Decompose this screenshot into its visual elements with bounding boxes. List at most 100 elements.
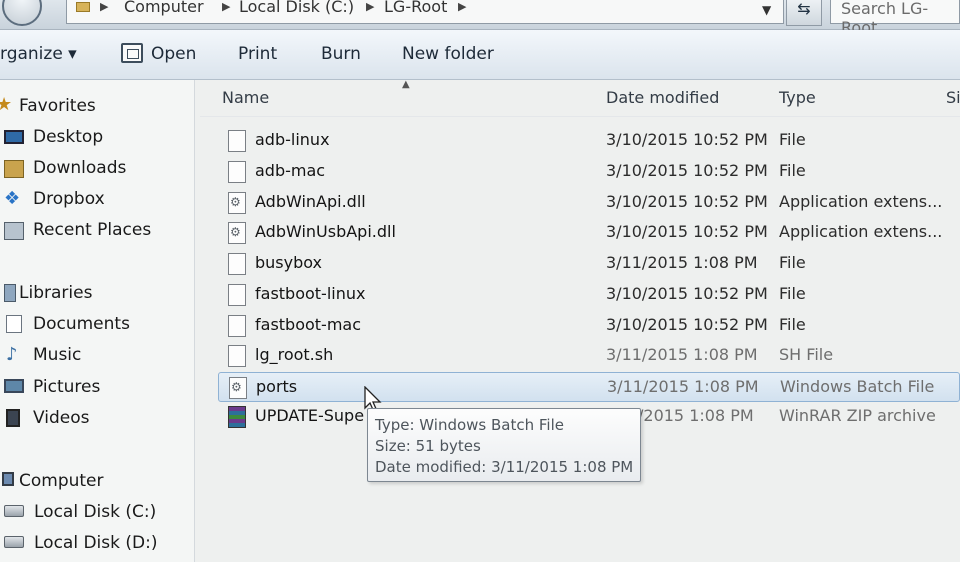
nav-local-disk-d[interactable]: Local Disk (D:) [34,533,157,553]
nav-libraries[interactable]: Libraries [19,283,92,303]
address-bar: ▶ Computer ▶ Local Disk (C:) ▶ LG-Root ▶… [0,0,960,37]
file-type: File [779,284,806,303]
file-date: 3/10/2015 10:52 PM [606,222,768,241]
open-icon[interactable] [121,43,143,63]
open-button[interactable]: Open [151,44,196,64]
file-row[interactable]: AdbWinApi.dll 3/10/2015 10:52 PM Applica… [218,188,960,218]
tooltip-type: Type: Windows Batch File [375,416,564,434]
file-name: adb-mac [255,161,326,180]
file-row[interactable]: busybox 3/11/2015 1:08 PM File [218,249,960,279]
breadcrumb-lg-root[interactable]: LG-Root [384,0,447,16]
file-type: File [779,161,806,180]
nav-favorites[interactable]: Favorites [19,96,96,116]
file-row[interactable]: adb-mac 3/10/2015 10:52 PM File [218,157,960,187]
recent-places-icon [4,222,24,240]
breadcrumb-local-disk[interactable]: Local Disk (C:) [239,0,354,16]
file-name: AdbWinApi.dll [255,192,366,211]
file-date: 3/10/2015 10:52 PM [606,192,768,211]
sort-ascending-icon: ▲ [402,79,410,90]
file-name: AdbWinUsbApi.dll [255,222,396,241]
file-icon [228,161,246,183]
file-date: /2015 1:08 PM [638,406,754,425]
file-icon [228,253,246,275]
file-date: 3/11/2015 1:08 PM [606,253,758,272]
column-header-size[interactable]: Si [946,88,960,107]
file-type: Application extens... [779,222,943,241]
burn-button[interactable]: Burn [321,44,361,64]
header-divider [200,116,960,117]
command-bar: rganize ▾ Open Print Burn New folder [0,30,960,80]
nav-desktop[interactable]: Desktop [33,127,103,147]
batch-file-icon [229,377,247,399]
file-row[interactable]: fastboot-linux 3/10/2015 10:52 PM File [218,280,960,310]
new-folder-button[interactable]: New folder [402,44,494,64]
column-header-date-modified[interactable]: Date modified [606,88,719,107]
organize-button[interactable]: rganize ▾ [0,44,77,64]
file-name: fastboot-linux [255,284,366,303]
disk-icon [4,505,24,517]
file-icon [228,130,246,152]
print-button[interactable]: Print [238,44,277,64]
search-input[interactable]: Search LG-Root [830,0,960,37]
navigation-pane: ★ Favorites Desktop Downloads ❖ Dropbox … [0,80,195,562]
desktop-icon [4,130,24,144]
pictures-icon [4,379,24,393]
file-name: fastboot-mac [255,315,362,334]
refresh-icon: ⇆ [797,0,811,18]
file-icon [228,315,246,337]
file-row-selected[interactable]: ports 3/11/2015 1:08 PM Windows Batch Fi… [218,372,960,402]
file-date: 3/10/2015 10:52 PM [606,284,768,303]
column-header-name[interactable]: Name [222,88,269,107]
nav-music[interactable]: Music [33,345,81,365]
nav-documents[interactable]: Documents [33,314,130,334]
file-date: 3/10/2015 10:52 PM [606,161,768,180]
file-date: 3/10/2015 10:52 PM [606,130,768,149]
file-row[interactable]: AdbWinUsbApi.dll 3/10/2015 10:52 PM Appl… [218,218,960,248]
dropbox-icon: ❖ [4,188,21,209]
file-name: busybox [255,253,323,272]
chevron-right-icon[interactable]: ▶ [222,0,230,13]
dll-file-icon [228,192,246,214]
refresh-button[interactable]: ⇆ [786,0,822,26]
documents-icon [6,315,22,333]
file-type: File [779,130,806,149]
chevron-down-icon[interactable]: ▼ [762,3,771,17]
file-date: 3/10/2015 10:52 PM [606,315,768,334]
file-name: lg_root.sh [255,345,334,364]
folder-icon [76,2,90,12]
breadcrumb-computer[interactable]: Computer [124,0,204,16]
file-type: SH File [779,345,834,364]
chevron-right-icon[interactable]: ▶ [458,0,466,13]
videos-icon [6,409,20,427]
nav-computer[interactable]: Computer [19,471,104,491]
chevron-right-icon[interactable]: ▶ [100,0,108,13]
tooltip-date: Date modified: 3/11/2015 1:08 PM [375,458,634,476]
downloads-icon [4,160,24,178]
file-icon [228,284,246,306]
nav-local-disk-c[interactable]: Local Disk (C:) [34,502,156,522]
nav-recent-places[interactable]: Recent Places [33,220,151,240]
nav-videos[interactable]: Videos [33,408,90,428]
file-row[interactable]: adb-linux 3/10/2015 10:52 PM File [218,126,960,156]
file-name: ports [256,377,298,396]
file-row[interactable]: fastboot-mac 3/10/2015 10:52 PM File [218,311,960,341]
winrar-archive-icon [228,406,246,428]
file-date: 3/11/2015 1:08 PM [606,345,758,364]
column-header-type[interactable]: Type [779,88,816,107]
file-icon [228,345,246,367]
file-row[interactable]: lg_root.sh 3/11/2015 1:08 PM SH File [218,341,960,371]
file-type: WinRAR ZIP archive [779,406,936,425]
nav-dropbox[interactable]: Dropbox [33,189,105,209]
back-button[interactable] [2,0,42,26]
file-name: UPDATE-Supe [255,406,365,425]
file-info-tooltip: Type: Windows Batch File Size: 51 bytes … [367,408,641,482]
music-icon: ♪ [6,344,18,365]
tooltip-size: Size: 51 bytes [375,437,481,455]
nav-pictures[interactable]: Pictures [33,377,100,397]
libraries-icon [4,284,16,302]
chevron-right-icon[interactable]: ▶ [366,0,374,13]
dll-file-icon [228,222,246,244]
file-date: 3/11/2015 1:08 PM [607,377,759,396]
nav-downloads[interactable]: Downloads [33,158,126,178]
file-type: File [779,253,806,272]
